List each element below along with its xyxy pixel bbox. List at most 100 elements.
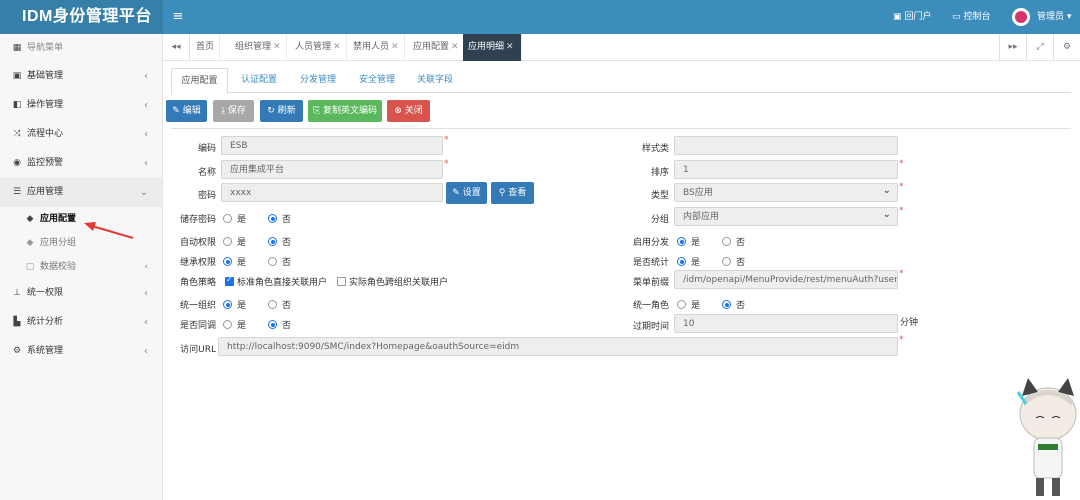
enable-dist-label: 启用分发 xyxy=(632,238,669,248)
sync-radio[interactable]: 是 否 xyxy=(223,318,291,331)
code-field[interactable]: ESB xyxy=(221,136,443,155)
chevron-left-icon: ‹ xyxy=(144,317,148,328)
auto-perm-label: 自动权限 xyxy=(179,238,216,248)
tab-people[interactable]: 人员管理 ✕ xyxy=(290,34,347,61)
sidebar-item-monitor[interactable]: ◉ 监控预警 ‹ xyxy=(0,149,162,178)
sort-label: 排序 xyxy=(650,168,669,178)
tab-app-config[interactable]: 应用配置 ✕ xyxy=(408,34,465,61)
tabs-forward-icon[interactable]: ▸▸ xyxy=(999,34,1026,61)
type-select[interactable]: BS应用 xyxy=(674,183,898,202)
sidebar-sub-app-group[interactable]: ◆ 应用分组 xyxy=(0,231,162,255)
store-password-radio[interactable]: 是 否 xyxy=(223,212,291,225)
tab-home[interactable]: 首页 xyxy=(191,34,221,61)
edit-button[interactable]: ✎ 编辑 xyxy=(166,100,207,122)
edit-icon: ✎ xyxy=(172,106,180,116)
statistics-label: 是否统计 xyxy=(632,258,669,268)
user-menu[interactable]: 管理员 ▾ xyxy=(1012,0,1072,34)
sync-label: 是否同调 xyxy=(179,321,216,331)
chevron-left-icon: ‹ xyxy=(144,288,148,299)
tab-org[interactable]: 组织管理 ✕ xyxy=(230,34,287,61)
role-policy-checkboxes[interactable]: 标准角色直接关联用户 实际角色跨组织关联用户 xyxy=(225,275,448,288)
menu-api-field[interactable]: /idm/openapi/MenuProvide/rest/menuAuth?u… xyxy=(674,270,898,289)
tabs-back-icon[interactable]: ◂◂ xyxy=(163,34,190,61)
chevron-left-icon: ‹ xyxy=(144,346,148,357)
bar-chart-icon: ▙ xyxy=(13,317,21,327)
subtab-auth-config[interactable]: 认证配置 xyxy=(231,68,287,93)
sidebar-item-operation[interactable]: ◧ 操作管理 ‹ xyxy=(0,91,162,120)
view-button[interactable]: ⚲ 查看 xyxy=(491,182,534,204)
close-icon: ✕ xyxy=(451,42,459,52)
unified-role-label: 统一角色 xyxy=(632,301,669,311)
chevron-left-icon: ‹ xyxy=(144,262,148,272)
sidebar-item-app-management[interactable]: ☰ 应用管理 ⌄ xyxy=(0,178,162,207)
divider xyxy=(171,128,1071,129)
sort-field[interactable]: 1 xyxy=(674,160,898,179)
subtab-app-config[interactable]: 应用配置 xyxy=(171,68,228,94)
menu-toggle-icon[interactable]: ≡ xyxy=(168,0,188,34)
inherit-perm-label: 继承权限 xyxy=(179,258,216,268)
secret-field[interactable]: xxxx xyxy=(221,183,443,202)
mascot-image xyxy=(1016,378,1077,496)
sidebar-item-basic[interactable]: ▣ 基础管理 ‹ xyxy=(0,62,162,91)
refresh-button[interactable]: ↻ 刷新 xyxy=(260,100,303,122)
sidebar-sub-app-config[interactable]: ◆ 应用配置 xyxy=(0,207,162,231)
sidebar-item-workflow[interactable]: ⤨ 流程中心 ‹ xyxy=(0,120,162,149)
group-label: 分组 xyxy=(650,215,669,225)
close-button[interactable]: ⊗ 关闭 xyxy=(387,100,430,122)
id-card-icon: ▣ xyxy=(12,71,22,81)
sidebar-item-unified-perm[interactable]: ⊥ 统一权限 ‹ xyxy=(0,279,162,308)
enable-dist-radio[interactable]: 是 否 xyxy=(677,235,745,248)
caret-down-icon: ▾ xyxy=(1067,12,1072,22)
portal-icon: ▣ xyxy=(893,12,902,22)
top-header: IDM身份管理平台 ≡ ▣ 回门户 ▭ 控制台 管理员 ▾ xyxy=(0,0,1080,34)
expire-field[interactable]: 10 xyxy=(674,314,898,333)
console-link[interactable]: ▭ 控制台 xyxy=(952,0,991,34)
page-tabs-bar: ◂◂ 首页 组织管理 ✕ 人员管理 ✕ 禁用人员 ✕ 应用配置 ✕ 应用明细 ✕ ▸▸ ⤢… xyxy=(163,34,1080,61)
sidebar-item-statistics[interactable]: ▙ 统计分析 ‹ xyxy=(0,308,162,337)
portal-link[interactable]: ▣ 回门户 xyxy=(893,0,932,34)
sidebar-sub-data-check[interactable]: ▢ 数据校验 ‹ xyxy=(0,255,162,279)
settings-icon[interactable]: ⚙ xyxy=(1053,34,1080,61)
unified-role-radio[interactable]: 是 否 xyxy=(677,298,745,311)
folder-icon: ▢ xyxy=(25,262,35,272)
unified-org-radio[interactable]: 是 否 xyxy=(223,298,291,311)
leaf-icon: ◆ xyxy=(26,214,34,224)
name-label: 名称 xyxy=(197,168,216,178)
auto-perm-radio[interactable]: 是 否 xyxy=(223,235,291,248)
name-field[interactable]: 应用集成平台 xyxy=(221,160,443,179)
subtab-distribution[interactable]: 分发管理 xyxy=(290,68,346,93)
user-name: 管理员 xyxy=(1037,12,1065,22)
refresh-icon: ↻ xyxy=(267,106,275,116)
store-password-label: 储存密码 xyxy=(179,215,216,225)
tab-disabled-users[interactable]: 禁用人员 ✕ xyxy=(348,34,405,61)
main-content: 应用配置 认证配置 分发管理 安全管理 关联字段 ✎ 编辑 ⤓ 保存 ↻ 刷新 … xyxy=(163,61,1080,500)
url-field[interactable]: http://localhost:9090/SMC/index?Homepage… xyxy=(218,337,898,356)
leaf-icon: ◆ xyxy=(26,238,34,248)
unified-org-label: 统一组织 xyxy=(179,301,216,311)
grid-icon: ▦ xyxy=(12,43,22,53)
group-select[interactable]: 内部应用 xyxy=(674,207,898,226)
expire-label: 过期时间 xyxy=(632,322,669,332)
chevron-left-icon: ‹ xyxy=(144,129,148,140)
statistics-radio[interactable]: 是 否 xyxy=(677,255,745,268)
sidebar-title: ▦ 导航菜单 xyxy=(0,34,162,62)
close-circle-icon: ⊗ xyxy=(394,106,402,116)
chevron-left-icon: ‹ xyxy=(144,71,148,82)
copy-code-button[interactable]: ⎘ 复制英文编码 xyxy=(308,100,382,122)
subtab-security[interactable]: 安全管理 xyxy=(349,68,405,93)
close-icon: ✕ xyxy=(506,42,514,52)
sidebar-item-system[interactable]: ⚙ 系统管理 ‹ xyxy=(0,337,162,366)
sitemap-icon: ⊥ xyxy=(13,288,21,298)
chevron-left-icon: ‹ xyxy=(144,158,148,169)
tab-app-detail[interactable]: 应用明细 ✕ xyxy=(463,34,522,61)
type-label: 类型 xyxy=(650,191,669,201)
inherit-perm-radio[interactable]: 是 否 xyxy=(223,255,291,268)
url-label: 访问URL xyxy=(180,345,216,355)
set-button[interactable]: ✎ 设置 xyxy=(446,182,487,204)
fullscreen-icon[interactable]: ⤢ xyxy=(1026,34,1053,61)
cogs-icon: ⚙ xyxy=(12,346,22,356)
style-class-field[interactable] xyxy=(674,136,898,155)
subtab-related-fields[interactable]: 关联字段 xyxy=(407,68,463,93)
eye-icon: ◉ xyxy=(13,158,21,168)
save-button[interactable]: ⤓ 保存 xyxy=(213,100,254,122)
